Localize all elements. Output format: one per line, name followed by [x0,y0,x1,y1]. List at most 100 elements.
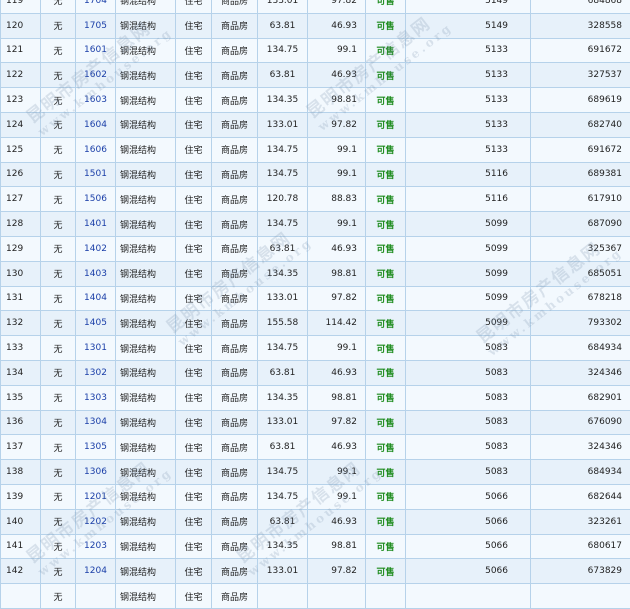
mortgage-status-cell: 无 [41,360,76,385]
row-number-cell: 121 [1,38,41,63]
structure-type-cell: 钢混结构 [116,509,176,534]
structure-type-cell: 钢混结构 [116,286,176,311]
unit-price-cell: 5149 [406,0,531,13]
sale-status-cell: 可售 [366,559,406,584]
inner-area-cell: 46.93 [308,13,366,38]
structure-type-cell: 钢混结构 [116,385,176,410]
mortgage-status-cell: 无 [41,112,76,137]
usage-type-cell: 住宅 [176,38,212,63]
unit-price-cell: 5083 [406,336,531,361]
inner-area-cell: 97.82 [308,0,366,13]
table-row: 119无1704钢混结构住宅商品房133.0197.82可售5149684868 [1,0,630,13]
row-number-cell: 123 [1,88,41,113]
floor-area-cell: 155.58 [258,311,308,336]
unit-price-cell: 5133 [406,88,531,113]
house-type-cell: 商品房 [212,38,258,63]
table-row: 129无1402钢混结构住宅商品房63.8146.93可售5099325367 [1,236,630,261]
house-type-cell: 商品房 [212,286,258,311]
house-type-cell: 商品房 [212,236,258,261]
usage-type-cell: 住宅 [176,0,212,13]
floor-area-cell: 134.75 [258,484,308,509]
floor-area-cell [258,584,308,609]
sale-status-cell: 可售 [366,13,406,38]
usage-type-cell: 住宅 [176,88,212,113]
table-row: 131无1404钢混结构住宅商品房133.0197.82可售5099678218 [1,286,630,311]
unit-price-cell: 5066 [406,509,531,534]
housing-table: 119无1704钢混结构住宅商品房133.0197.82可售5149684868… [0,0,630,609]
sale-status-cell: 可售 [366,162,406,187]
total-price-cell: 327537 [531,63,630,88]
inner-area-cell: 97.82 [308,286,366,311]
floor-area-cell: 133.01 [258,0,308,13]
floor-area-cell: 134.35 [258,534,308,559]
usage-type-cell: 住宅 [176,261,212,286]
mortgage-status-cell: 无 [41,584,76,609]
row-number-cell: 138 [1,460,41,485]
room-number-cell: 1204 [76,559,116,584]
total-price-cell: 682740 [531,112,630,137]
inner-area-cell: 99.1 [308,38,366,63]
total-price-cell: 793302 [531,311,630,336]
usage-type-cell: 住宅 [176,360,212,385]
row-number-cell: 127 [1,187,41,212]
floor-area-cell: 120.78 [258,187,308,212]
floor-area-cell: 134.35 [258,88,308,113]
sale-status-cell: 可售 [366,88,406,113]
room-number-cell: 1501 [76,162,116,187]
mortgage-status-cell: 无 [41,385,76,410]
mortgage-status-cell: 无 [41,435,76,460]
total-price-cell: 687090 [531,212,630,237]
usage-type-cell: 住宅 [176,236,212,261]
mortgage-status-cell: 无 [41,410,76,435]
room-number-cell: 1602 [76,63,116,88]
mortgage-status-cell: 无 [41,261,76,286]
structure-type-cell: 钢混结构 [116,559,176,584]
structure-type-cell: 钢混结构 [116,187,176,212]
inner-area-cell: 99.1 [308,137,366,162]
structure-type-cell: 钢混结构 [116,261,176,286]
unit-price-cell: 5083 [406,360,531,385]
unit-price-cell: 5099 [406,261,531,286]
unit-price-cell: 5116 [406,187,531,212]
mortgage-status-cell: 无 [41,187,76,212]
house-type-cell: 商品房 [212,410,258,435]
usage-type-cell: 住宅 [176,460,212,485]
inner-area-cell: 98.81 [308,534,366,559]
usage-type-cell: 住宅 [176,286,212,311]
table-row: 128无1401钢混结构住宅商品房134.7599.1可售5099687090 [1,212,630,237]
sale-status-cell: 可售 [366,410,406,435]
structure-type-cell: 钢混结构 [116,112,176,137]
mortgage-status-cell: 无 [41,38,76,63]
table-row: 132无1405钢混结构住宅商品房155.58114.42可售509979330… [1,311,630,336]
mortgage-status-cell: 无 [41,509,76,534]
room-number-cell: 1202 [76,509,116,534]
floor-area-cell: 134.35 [258,385,308,410]
inner-area-cell: 99.1 [308,460,366,485]
inner-area-cell: 114.42 [308,311,366,336]
inner-area-cell: 99.1 [308,162,366,187]
unit-price-cell: 5099 [406,286,531,311]
unit-price-cell: 5083 [406,460,531,485]
usage-type-cell: 住宅 [176,509,212,534]
floor-area-cell: 63.81 [258,236,308,261]
sale-status-cell: 可售 [366,261,406,286]
structure-type-cell: 钢混结构 [116,311,176,336]
usage-type-cell: 住宅 [176,212,212,237]
table-row: 139无1201钢混结构住宅商品房134.7599.1可售5066682644 [1,484,630,509]
total-price-cell: 325367 [531,236,630,261]
row-number-cell: 134 [1,360,41,385]
unit-price-cell: 5133 [406,112,531,137]
table-row: 135无1303钢混结构住宅商品房134.3598.81可售5083682901 [1,385,630,410]
table-row: 无钢混结构住宅商品房 [1,584,630,609]
room-number-cell: 1601 [76,38,116,63]
usage-type-cell: 住宅 [176,559,212,584]
row-number-cell: 131 [1,286,41,311]
table-row: 133无1301钢混结构住宅商品房134.7599.1可售5083684934 [1,336,630,361]
floor-area-cell: 133.01 [258,112,308,137]
row-number-cell: 126 [1,162,41,187]
unit-price-cell: 5066 [406,534,531,559]
usage-type-cell: 住宅 [176,385,212,410]
room-number-cell: 1606 [76,137,116,162]
sale-status-cell: 可售 [366,187,406,212]
floor-area-cell: 133.01 [258,410,308,435]
